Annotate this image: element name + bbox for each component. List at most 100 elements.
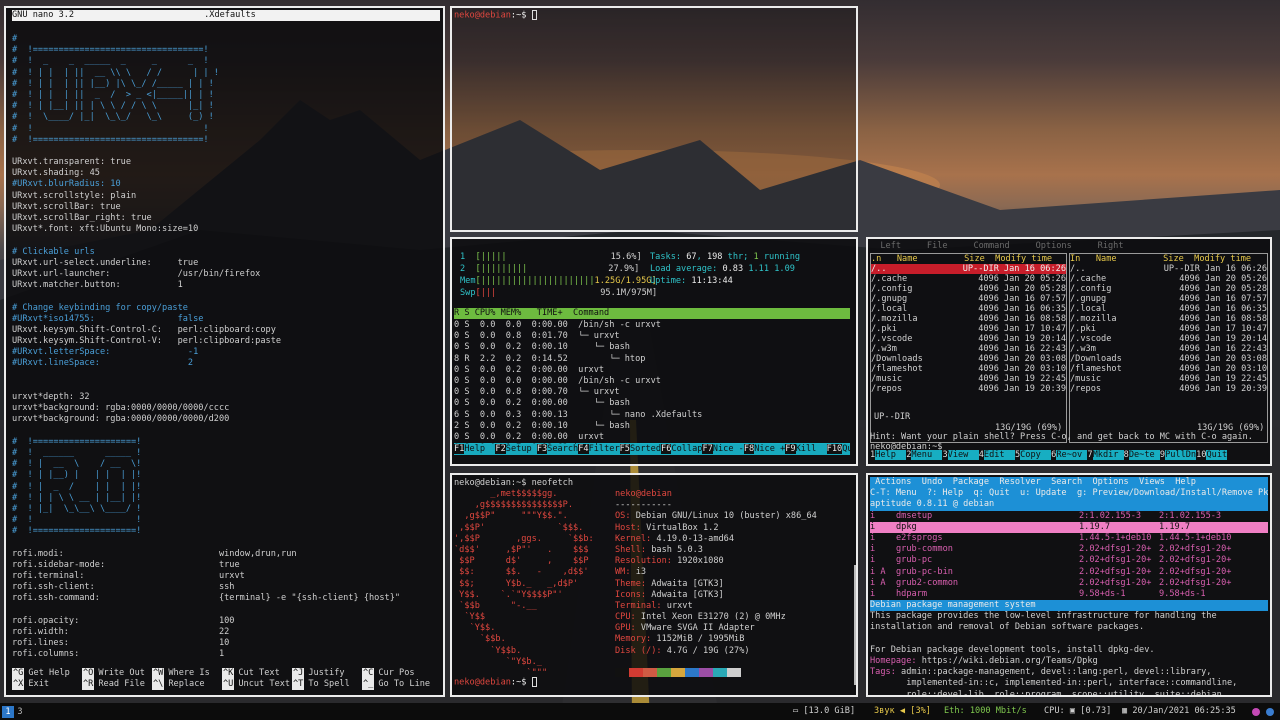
shortcut-item[interactable]: ^W Where Is [152, 668, 222, 680]
tray-network-icon[interactable] [1266, 708, 1274, 716]
file-row[interactable]: /.cache 4096 Jan 20 05:26 [1070, 274, 1267, 284]
aptitude-menu-bar[interactable]: Actions Undo Package Resolver Search Opt… [870, 477, 1268, 489]
fkey-label[interactable]: Nice + [754, 444, 785, 454]
fkey-number[interactable]: F8 [743, 444, 755, 454]
fkey-label[interactable]: Quit [1206, 450, 1228, 460]
process-row[interactable]: 6 S 0.0 0.3 0:00.13 └─ nano .Xdefaults [454, 410, 850, 421]
fkey-label[interactable]: Quit [842, 444, 856, 454]
fkey-label[interactable]: Collap [671, 444, 702, 454]
file-row[interactable]: /repos 4096 Jan 19 20:39 [1070, 384, 1267, 394]
process-row[interactable]: 0 S 0.0 0.0 0:00.00 /bin/sh -c urxvt [454, 320, 850, 331]
fkey-label[interactable]: Re~ov [1056, 450, 1088, 460]
fkey-label[interactable]: View [947, 450, 979, 460]
file-row[interactable]: /.pki 4096 Jan 17 10:47 [871, 324, 1066, 334]
file-row[interactable]: /music 4096 Jan 19 22:45 [1070, 374, 1267, 384]
shortcut-item[interactable]: ^_ Go To Line [362, 679, 432, 691]
top-terminal-window[interactable]: neko@debian:~$ [450, 6, 858, 232]
shortcut-item[interactable]: ^K Cut Text [222, 668, 292, 680]
homepage-url[interactable]: https://wiki.debian.org/Teams/Dpkg [917, 656, 1098, 666]
file-row[interactable]: /.mozilla 4096 Jan 16 08:58 [1070, 314, 1267, 324]
shortcut-item[interactable]: ^J Justify [292, 668, 362, 680]
file-row[interactable]: /Downloads 4096 Jan 20 03:08 [1070, 354, 1267, 364]
process-row[interactable]: 0 S 0.0 0.2 0:00.00 urxvt [454, 365, 850, 376]
file-row[interactable]: /.w3m 4096 Jan 16 22:43 [1070, 344, 1267, 354]
fkey-number[interactable]: F4 [578, 444, 589, 454]
file-row[interactable]: /.. UP--DIR Jan 16 06:26 [871, 264, 1066, 274]
mc-menu-bar[interactable]: Left File Command Options Right [870, 241, 1268, 252]
file-row[interactable]: /.cache 4096 Jan 20 05:26 [871, 274, 1066, 284]
mc-function-keys[interactable]: 1Help 2Menu 3View 4Edit 5Copy 6Re~ov 7Mk… [870, 450, 1268, 461]
fkey-label[interactable]: Help [875, 450, 907, 460]
fkey-label[interactable]: Mkdir [1092, 450, 1124, 460]
file-row[interactable]: /.local 4096 Jan 16 06:35 [871, 304, 1066, 314]
process-row[interactable]: 0 S 0.0 0.0 0:00.00 /bin/sh -c urxvt [454, 376, 850, 387]
package-row[interactable]: i hdparm 9.58+ds-1 9.58+ds-1 [870, 589, 1268, 600]
fkey-number[interactable]: F10 [826, 444, 843, 454]
package-row[interactable]: i grub-pc 2.02+dfsg1-20+ 2.02+dfsg1-20+ [870, 555, 1268, 566]
fkey-label[interactable]: Kill [796, 444, 827, 454]
shortcut-item[interactable]: ^O Write Out [82, 668, 152, 680]
process-row[interactable]: 0 S 0.0 0.2 0:00.10 └─ bash [454, 342, 850, 353]
aptitude-window[interactable]: Actions Undo Package Resolver Search Opt… [866, 473, 1272, 697]
file-row[interactable]: /.pki 4096 Jan 17 10:47 [1070, 324, 1267, 334]
process-row[interactable]: 0 S 0.0 0.8 0:01.70 └─ urxvt [454, 331, 850, 342]
package-row[interactable]: i dpkg 1.19.7 1.19.7 [870, 521, 1268, 533]
file-row[interactable]: /.w3m 4096 Jan 16 22:43 [871, 344, 1066, 354]
shortcut-item[interactable]: ^R Read File [82, 679, 152, 691]
file-row[interactable]: /repos 4096 Jan 19 20:39 [871, 384, 1066, 394]
shortcut-item[interactable]: ^C Cur Pos [362, 668, 432, 680]
neofetch-terminal-window[interactable]: neko@debian:~$ neofetch _,met$$$$$gg. ,g… [450, 473, 858, 697]
process-table-header[interactable]: R S CPU% MEM% TIME+ Command [454, 308, 850, 319]
terminal-scrollbar[interactable] [444, 418, 445, 697]
process-list[interactable]: 0 S 0.0 0.0 0:00.00 /bin/sh -c urxvt 0 S … [454, 320, 850, 455]
file-row[interactable]: /.. UP--DIR Jan 16 06:26 [1070, 264, 1267, 274]
fkey-number[interactable]: 3 [942, 450, 947, 460]
file-row[interactable]: /.config 4096 Jan 20 05:28 [871, 284, 1066, 294]
process-row[interactable]: 0 S 0.0 0.2 0:00.00 └─ bash [454, 398, 850, 409]
fkey-number[interactable]: F1 [454, 444, 465, 454]
fkey-number[interactable]: F6 [661, 444, 672, 454]
midnight-commander-window[interactable]: Left File Command Options Right .n Name … [866, 237, 1272, 466]
package-row[interactable]: i A grub-pc-bin 2.02+dfsg1-20+ 2.02+dfsg1-2… [870, 567, 1268, 578]
fkey-label[interactable]: Setup [506, 444, 537, 454]
fkey-label[interactable]: Copy [1020, 450, 1052, 460]
process-row[interactable]: 8 R 2.2 0.2 0:14.52 └─ htop [454, 354, 850, 365]
fkey-number[interactable]: F9 [785, 444, 796, 454]
package-row[interactable]: i e2fsprogs 1.44.5-1+deb10 1.44.5-1+deb10 [870, 533, 1268, 544]
package-row[interactable]: i A grub2-common 2.02+dfsg1-20+ 2.02+dfsg1-… [870, 578, 1268, 589]
fkey-number[interactable]: F7 [702, 444, 713, 454]
file-row[interactable]: /.config 4096 Jan 20 05:28 [1070, 284, 1267, 294]
file-row[interactable]: /.mozilla 4096 Jan 16 08:58 [871, 314, 1066, 324]
fkey-label[interactable]: Sorted [630, 444, 661, 454]
nano-text-area[interactable]: # # !=================================! # … [12, 34, 442, 661]
fkey-number[interactable]: F3 [536, 444, 548, 454]
process-row[interactable]: 2 S 0.0 0.2 0:00.10 └─ bash [454, 421, 850, 432]
tray-app-icon[interactable] [1252, 708, 1260, 716]
htop-function-keys[interactable]: F1Help F2Setup F3SearchF4FilterF5SortedF… [454, 444, 856, 455]
fkey-number[interactable]: 10 [1196, 450, 1206, 460]
process-row[interactable]: 0 S 0.0 0.2 0:00.00 urxvt [454, 432, 850, 443]
file-row[interactable]: /.gnupg 4096 Jan 16 07:57 [1070, 294, 1267, 304]
package-row[interactable]: i grub-common 2.02+dfsg1-20+ 2.02+dfsg1-20+ [870, 544, 1268, 555]
fkey-label[interactable]: Filter [589, 444, 620, 454]
shortcut-item[interactable]: ^T To Spell [292, 679, 362, 691]
file-row[interactable]: /.local 4096 Jan 16 06:35 [1070, 304, 1267, 314]
aptitude-package-list[interactable]: i dmsetup 2:1.02.155-3 2:1.02.155-3 i dpkg 1.1… [870, 511, 1268, 601]
fkey-label[interactable]: Edit [983, 450, 1015, 460]
fkey-number[interactable]: 7 [1087, 450, 1092, 460]
fkey-label[interactable]: PullDn [1165, 450, 1197, 460]
package-row[interactable]: i dmsetup 2:1.02.155-3 2:1.02.155-3 [870, 511, 1268, 522]
terminal-scrollbar[interactable] [854, 565, 856, 685]
fkey-label[interactable]: Search [547, 444, 578, 454]
file-row[interactable]: /.gnupg 4096 Jan 16 07:57 [871, 294, 1066, 304]
file-row[interactable]: /Downloads 4096 Jan 20 03:08 [871, 354, 1066, 364]
fkey-label[interactable]: De~te [1128, 450, 1160, 460]
file-row[interactable]: /flameshot 4096 Jan 20 03:10 [871, 364, 1066, 374]
htop-window[interactable]: 1 [||||| 15.6%] 2 [||||||||| 27.9%] Mem[||… [450, 237, 858, 466]
workspace-1-button[interactable]: 1 [2, 706, 14, 718]
workspace-3-button[interactable]: 3 [14, 706, 26, 718]
fkey-number[interactable]: F5 [619, 444, 630, 454]
fkey-label[interactable]: Nice - [713, 444, 744, 454]
process-row[interactable]: 0 S 0.0 0.8 0:00.70 └─ urxvt [454, 387, 850, 398]
shortcut-item[interactable]: ^G Get Help [12, 668, 82, 680]
